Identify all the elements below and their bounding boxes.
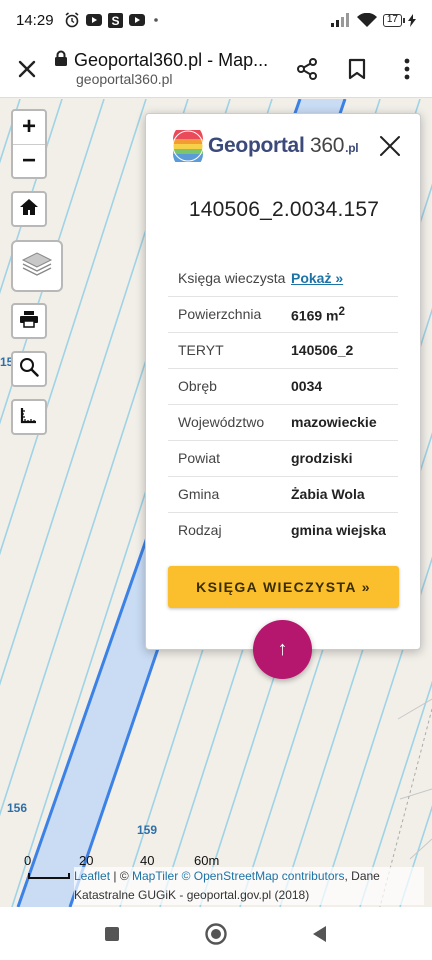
table-row: Obręb 0034 <box>168 368 398 404</box>
youtube-icon <box>85 14 102 26</box>
share-icon[interactable] <box>282 40 332 98</box>
info-key: TERYT <box>178 342 224 358</box>
zoom-in-button[interactable]: + <box>13 111 45 144</box>
svg-text:S: S <box>111 14 119 28</box>
home-circle-icon[interactable] <box>204 922 228 946</box>
home-button[interactable] <box>11 191 47 227</box>
info-key: Województwo <box>178 414 265 430</box>
zoom-out-button[interactable]: − <box>13 143 45 178</box>
parcel-number-label: 156 <box>7 801 28 815</box>
battery-icon: 17 <box>382 13 406 27</box>
wifi-icon <box>356 12 377 28</box>
youtube-icon <box>128 14 145 26</box>
recents-icon[interactable] <box>100 922 124 946</box>
print-icon <box>19 310 39 333</box>
arrow-up-icon: ↑ <box>277 638 288 660</box>
alarm-icon <box>64 12 80 28</box>
charging-icon <box>408 13 416 27</box>
back-icon[interactable] <box>308 922 332 946</box>
layers-button[interactable] <box>11 240 63 292</box>
status-bar: 14:29 S 17 <box>0 0 432 40</box>
page-title: Geoportal360.pl - Map... <box>74 50 269 70</box>
table-row: Powiat grodziski <box>168 440 398 476</box>
search-button[interactable] <box>11 351 47 387</box>
browser-toolbar: Geoportal360.pl - Map... geoportal360.pl <box>0 40 432 98</box>
more-vert-icon[interactable] <box>382 40 432 98</box>
logo-text: Geoportal <box>208 134 305 157</box>
parcel-info-table: Księga wieczysta Pokaż » Powierzchnia 61… <box>168 260 398 548</box>
table-row: Województwo mazowieckie <box>168 404 398 440</box>
maptiler-link[interactable]: MapTiler <box>132 869 178 883</box>
measure-icon <box>20 406 38 429</box>
battery-level: 17 <box>386 14 398 25</box>
info-key: Księga wieczysta <box>178 269 286 286</box>
signal-icon <box>330 13 351 27</box>
bookmark-icon[interactable] <box>332 40 382 98</box>
info-key: Obręb <box>178 378 217 394</box>
s-app-icon: S <box>107 12 123 28</box>
parcel-info-popup: Geoportal 360.pl 140506_2.0034.157 Księg… <box>145 113 421 650</box>
search-icon <box>19 357 39 382</box>
table-row: Księga wieczysta Pokaż » <box>168 260 398 296</box>
info-key: Gmina <box>178 486 220 502</box>
area-unit-exponent: 2 <box>338 304 345 318</box>
map-attribution: Leaflet | © MapTiler © OpenStreetMap con… <box>74 867 424 905</box>
area-value: 6169 m <box>291 307 339 324</box>
info-value: gmina wiejska <box>291 522 386 539</box>
close-icon <box>380 136 400 156</box>
zoom-control: + − <box>11 109 47 179</box>
map-view[interactable]: 158 15 156 159 + − <box>0 99 432 907</box>
table-row: Powierzchnia 6169 m2 <box>168 296 398 332</box>
scale-tick: 40 <box>140 853 155 868</box>
page-url: geoportal360.pl <box>76 71 173 87</box>
info-key: Powiat <box>178 450 221 466</box>
table-row: Rodzaj gmina wiejska <box>168 512 398 548</box>
geoportal-logo: Geoportal 360.pl <box>172 130 359 162</box>
info-value: mazowieckie <box>291 414 377 430</box>
status-time: 14:29 <box>16 11 54 29</box>
info-value: Żabia Wola <box>291 486 365 502</box>
geoportal-logo-icon <box>172 130 204 162</box>
osm-link[interactable]: © OpenStreetMap contributors <box>182 869 345 883</box>
scale-bar <box>28 873 70 879</box>
scroll-up-button[interactable]: ↑ <box>253 620 312 679</box>
address-area[interactable]: Geoportal360.pl - Map... geoportal360.pl <box>54 50 282 87</box>
popup-close-button[interactable] <box>378 134 402 158</box>
print-button[interactable] <box>11 303 47 339</box>
measure-button[interactable] <box>11 399 47 435</box>
system-nav-bar <box>0 907 432 960</box>
info-key: Rodzaj <box>178 522 222 539</box>
parcel-number-label: 159 <box>137 823 158 837</box>
info-value: 140506_2 <box>291 342 354 358</box>
scale-tick: 0 <box>24 853 32 868</box>
land-register-link[interactable]: Pokaż » <box>291 270 343 286</box>
info-value: 6169 m2 <box>291 296 398 332</box>
land-register-button[interactable]: KSIĘGA WIECZYSTA » <box>168 566 399 608</box>
home-icon <box>19 198 39 221</box>
scale-tick: 20 <box>79 853 94 868</box>
lock-icon <box>54 50 68 71</box>
info-value: grodziski <box>291 450 353 466</box>
logo-360: 360 <box>310 134 345 157</box>
close-icon[interactable] <box>0 40 54 98</box>
dot-icon <box>151 15 161 25</box>
leaflet-link[interactable]: Leaflet <box>74 869 110 883</box>
layers-icon <box>21 249 53 284</box>
info-value: 0034 <box>291 378 323 394</box>
table-row: TERYT 140506_2 <box>168 332 398 368</box>
table-row: Gmina Żabia Wola <box>168 476 398 512</box>
scale-tick: 60m <box>194 853 220 868</box>
info-key: Powierzchnia <box>178 306 262 322</box>
parcel-id: 140506_2.0034.157 <box>188 198 380 221</box>
logo-pl: .pl <box>345 141 359 155</box>
attrib-separator: | © <box>110 869 132 883</box>
